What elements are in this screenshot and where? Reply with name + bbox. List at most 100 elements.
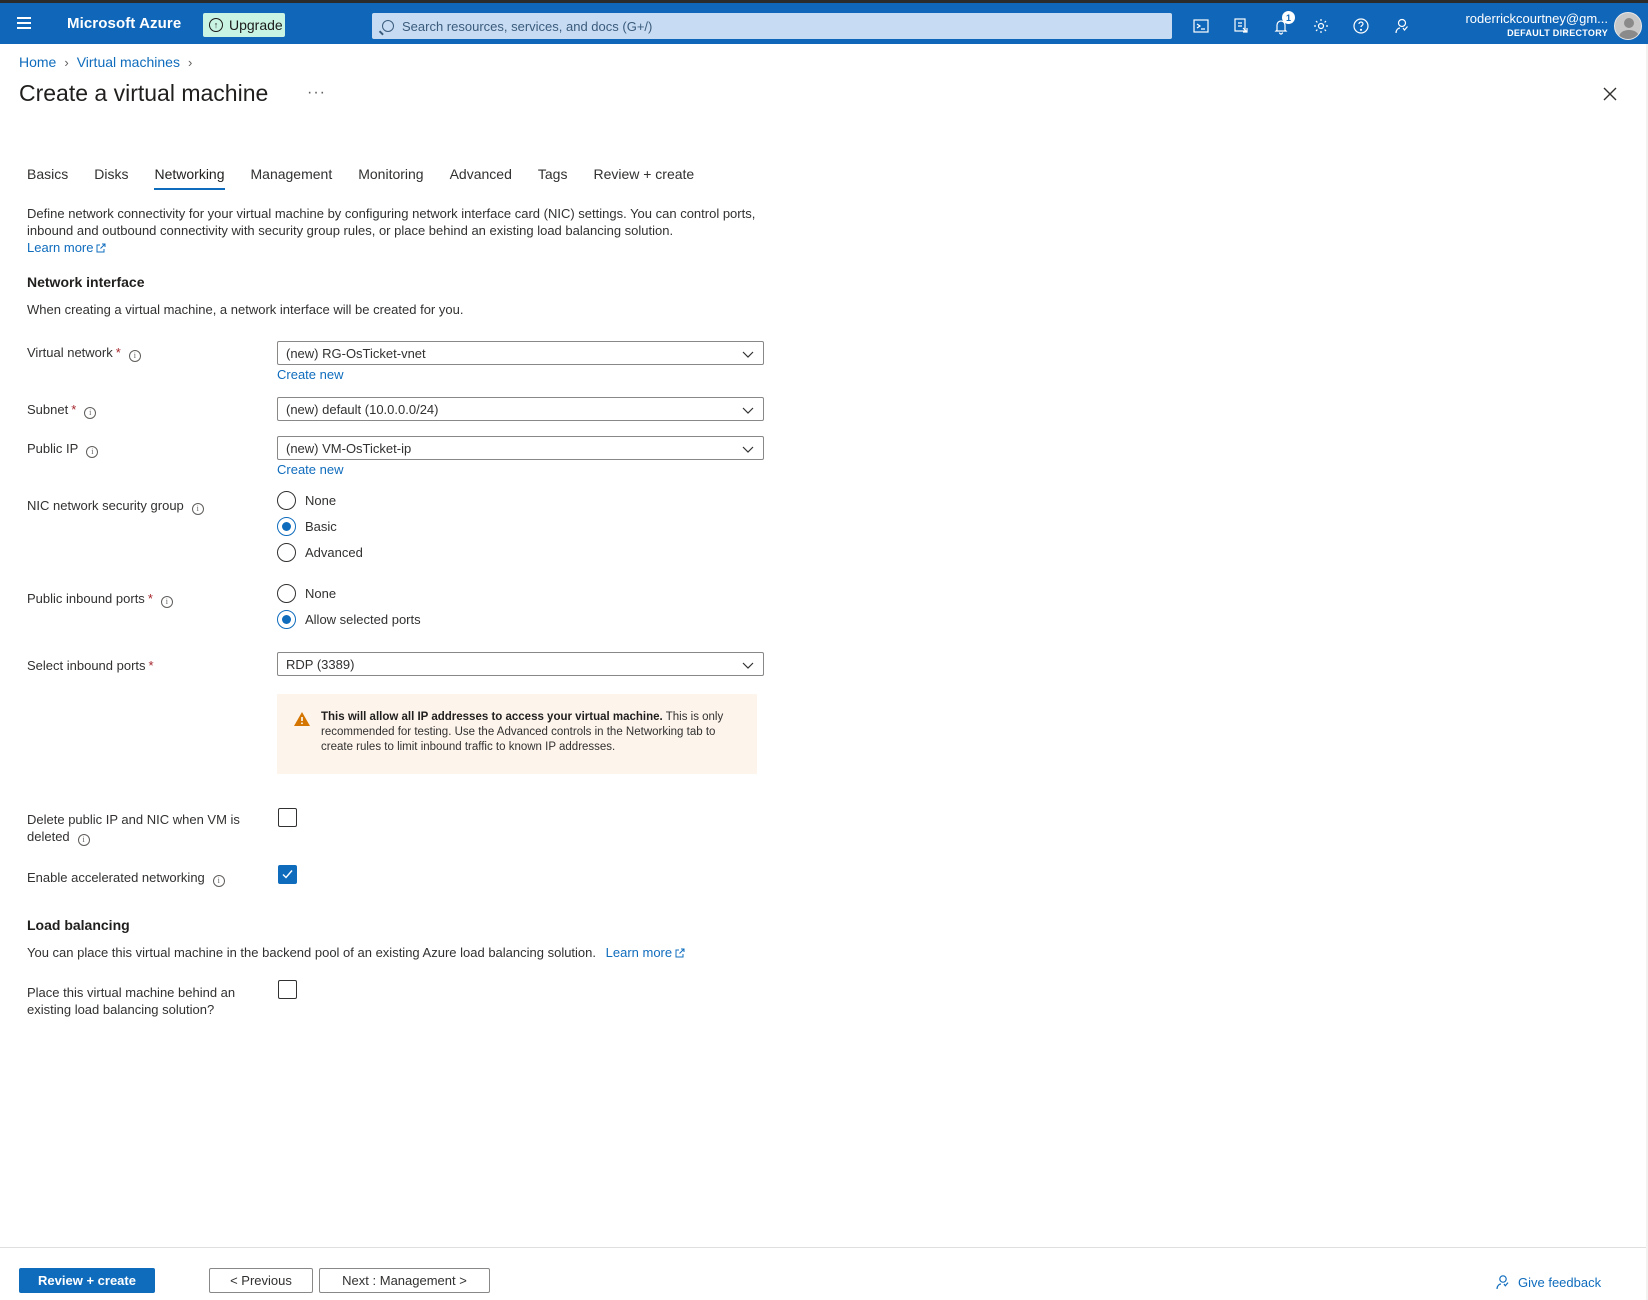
nsg-option-label: None (305, 493, 337, 508)
accelerated-networking-checkbox[interactable] (278, 865, 297, 884)
give-feedback-link[interactable]: Give feedback (1494, 1274, 1601, 1290)
notifications-icon[interactable]: 1 (1270, 11, 1295, 37)
info-icon[interactable]: i (84, 407, 97, 419)
radio-button[interactable] (277, 584, 296, 603)
search-icon (382, 20, 394, 32)
delete-ip-nic-label: Delete public IP and NIC when VM is delet… (27, 811, 240, 846)
brand-title[interactable]: Microsoft Azure (67, 15, 181, 32)
required-asterisk: * (148, 658, 154, 673)
intro-learn-more-link[interactable]: Learn more (27, 240, 106, 255)
tab-basics[interactable]: Basics (27, 166, 68, 190)
tab-disks[interactable]: Disks (94, 166, 128, 190)
avatar[interactable] (1614, 12, 1642, 40)
info-icon[interactable]: i (128, 350, 141, 362)
tab-monitoring[interactable]: Monitoring (358, 166, 423, 190)
warning-icon (294, 712, 310, 726)
nsg-option-none[interactable]: None (277, 491, 336, 510)
top-bar: Microsoft Azure ↑ Upgrade 1 roderrickcou… (0, 0, 1648, 44)
place-behind-lb-line1: Place this virtual machine behind an (27, 985, 236, 1000)
info-icon[interactable]: i (86, 446, 99, 458)
subnet-label: Subnet * i (27, 401, 97, 419)
create-new-public-ip-link[interactable]: Create new (277, 462, 343, 477)
upgrade-button[interactable]: ↑ Upgrade (203, 13, 285, 37)
tab-tags[interactable]: Tags (538, 166, 568, 190)
nsg-option-advanced[interactable]: Advanced (277, 543, 363, 562)
more-actions-button[interactable]: ··· (307, 84, 326, 102)
tab-review-create[interactable]: Review + create (593, 166, 694, 190)
portal-menu-icon[interactable] (14, 13, 34, 33)
load-balancing-learn-more-link[interactable]: Learn more (606, 945, 685, 960)
intro-text: Define network connectivity for your vir… (27, 206, 756, 238)
breadcrumb: Home › Virtual machines › (19, 54, 192, 70)
help-icon[interactable] (1350, 15, 1372, 37)
nsg-option-basic[interactable]: Basic (277, 517, 337, 536)
accelerated-networking-label: Enable accelerated networking i (27, 869, 225, 887)
place-behind-lb-line2: existing load balancing solution? (27, 1002, 215, 1017)
info-icon[interactable]: i (160, 596, 173, 608)
footer-divider (0, 1247, 1648, 1248)
select-inbound-ports-label: Select inbound ports * (27, 657, 154, 674)
inbound-option-none[interactable]: None (277, 584, 336, 603)
next-management-button[interactable]: Next : Management > (319, 1268, 490, 1293)
delete-ip-label-line1: Delete public IP and NIC when VM is (27, 812, 240, 827)
close-icon[interactable] (1601, 85, 1619, 103)
network-interface-title: Network interface (27, 274, 145, 290)
inbound-option-label: None (305, 586, 337, 601)
info-icon[interactable]: i (77, 834, 90, 846)
place-behind-lb-label: Place this virtual machine behind an exis… (27, 984, 235, 1018)
public-inbound-ports-label: Public inbound ports * i (27, 590, 173, 608)
nsg-label-text: NIC network security group (27, 498, 184, 513)
give-feedback-label: Give feedback (1518, 1274, 1602, 1290)
select-inbound-ports-value: RDP (3389) (286, 656, 355, 672)
breadcrumb-virtual-machines[interactable]: Virtual machines (77, 54, 180, 70)
wizard-tabs: Basics Disks Networking Management Monit… (27, 166, 720, 190)
breadcrumb-home[interactable]: Home (19, 54, 56, 70)
create-new-vnet-link[interactable]: Create new (277, 367, 343, 382)
radio-button-selected[interactable] (277, 610, 296, 629)
public-ip-dropdown[interactable]: (new) VM-OsTicket-ip (277, 436, 764, 460)
select-inbound-ports-label-text: Select inbound ports (27, 658, 146, 673)
radio-button-selected[interactable] (277, 517, 296, 536)
tab-advanced[interactable]: Advanced (450, 166, 512, 190)
notification-count-badge: 1 (1282, 11, 1295, 24)
warning-bold-text: This will allow all IP addresses to acce… (321, 711, 663, 723)
public-inbound-ports-label-text: Public inbound ports (27, 591, 145, 606)
account-email: roderrickcourtney@gm... (1465, 11, 1608, 26)
page-title: Create a virtual machine (19, 80, 269, 106)
global-search[interactable] (372, 13, 1172, 39)
info-icon[interactable]: i (212, 875, 225, 887)
load-balancing-title: Load balancing (27, 917, 130, 933)
public-ip-value: (new) VM-OsTicket-ip (286, 440, 412, 456)
select-inbound-ports-dropdown[interactable]: RDP (3389) (277, 652, 764, 676)
public-ip-label-text: Public IP (27, 441, 79, 456)
upgrade-icon: ↑ (209, 18, 223, 32)
account-directory: DEFAULT DIRECTORY (1507, 28, 1608, 38)
public-ip-label: Public IP i (27, 440, 99, 458)
radio-button[interactable] (277, 543, 296, 562)
subnet-value: (new) default (10.0.0.0/24) (286, 401, 439, 417)
cloud-shell-icon[interactable] (1190, 15, 1212, 37)
previous-button[interactable]: < Previous (209, 1268, 313, 1293)
directory-filter-icon[interactable] (1230, 15, 1252, 37)
required-asterisk: * (147, 591, 153, 606)
delete-ip-nic-checkbox[interactable] (278, 808, 297, 827)
review-create-button[interactable]: Review + create (19, 1268, 155, 1293)
tab-management[interactable]: Management (251, 166, 333, 190)
inbound-option-allow-selected[interactable]: Allow selected ports (277, 610, 421, 629)
search-input[interactable] (402, 18, 1142, 34)
place-behind-lb-checkbox[interactable] (278, 980, 297, 999)
info-icon[interactable]: i (191, 503, 204, 515)
inbound-warning-banner: This will allow all IP addresses to acce… (277, 694, 757, 774)
upgrade-label: Upgrade (229, 17, 283, 33)
chevron-right-icon: › (64, 54, 69, 70)
settings-icon[interactable] (1310, 15, 1332, 37)
radio-button[interactable] (277, 491, 296, 510)
feedback-icon[interactable] (1390, 15, 1412, 37)
nsg-label: NIC network security group i (27, 497, 204, 515)
virtual-network-dropdown[interactable]: (new) RG-OsTicket-vnet (277, 341, 764, 365)
tab-networking[interactable]: Networking (154, 166, 225, 190)
chevron-down-icon (742, 351, 754, 358)
virtual-network-value: (new) RG-OsTicket-vnet (286, 345, 426, 361)
subnet-dropdown[interactable]: (new) default (10.0.0.0/24) (277, 397, 764, 421)
account-info[interactable]: roderrickcourtney@gm... DEFAULT DIRECTOR… (1465, 11, 1608, 38)
